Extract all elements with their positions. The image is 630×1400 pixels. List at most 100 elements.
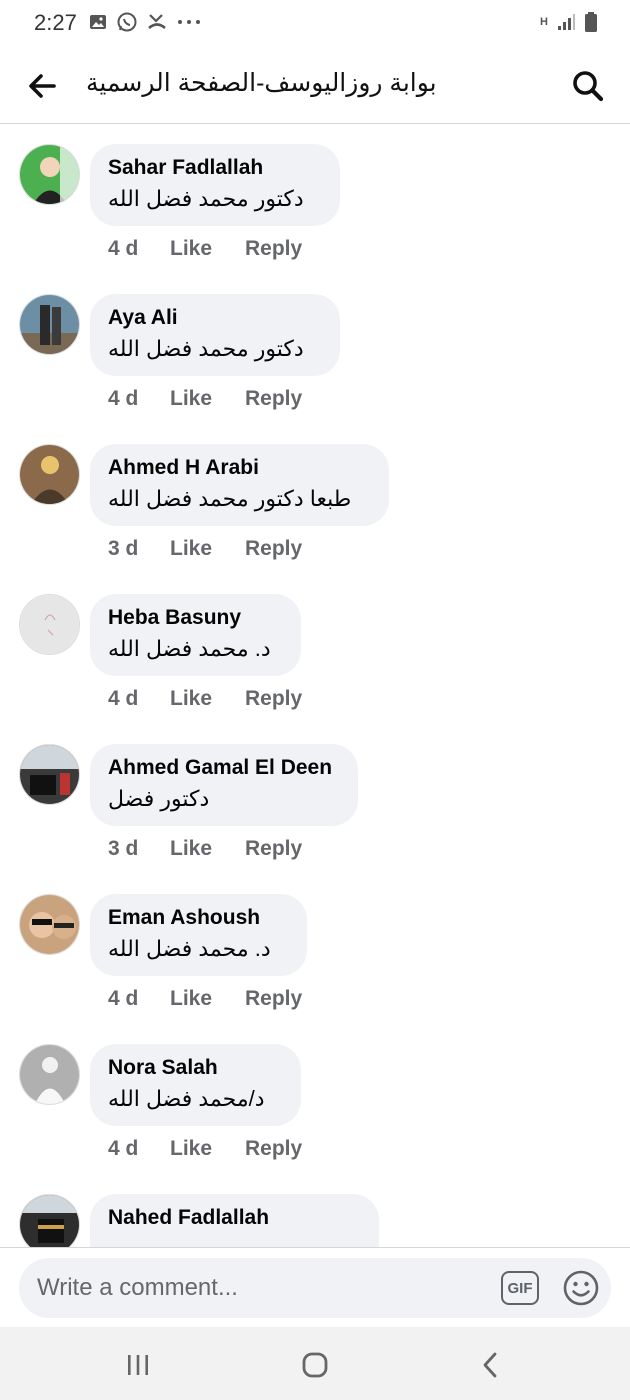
smiley-icon [563,1270,599,1306]
comment-text: دكتور محمد فضل الله [108,186,304,211]
comment-author[interactable]: Nahed Fadlallah [108,1206,361,1230]
avatar-image [20,1045,79,1104]
comment-author[interactable]: Eman Ashoush [108,906,289,930]
comment-actions: 4 d Like Reply [108,1137,302,1161]
comment-author[interactable]: Ahmed H Arabi [108,456,371,480]
comment-item: Nora Salah د/محمد فضل الله 4 d Like Repl… [0,1025,630,1175]
missed-call-icon [148,14,166,30]
emoji-button[interactable] [562,1269,600,1307]
like-button[interactable]: Like [170,387,245,411]
comment-bubble[interactable]: Aya Ali دكتور محمد فضل الله [90,294,340,376]
comment-item: Eman Ashoush د. محمد فضل الله 4 d Like R… [0,875,630,1025]
comment-item: Sahar Fadlallah دكتور محمد فضل الله 4 d … [0,125,630,275]
comment-actions: 4 d Like Reply [108,237,302,261]
system-nav-bar [0,1327,630,1400]
search-button[interactable] [568,66,608,106]
arrow-left-icon [29,74,56,98]
avatar-image [20,295,79,354]
status-time: 2:27 [34,10,77,35]
comment-text: طبعا دكتور محمد فضل الله [108,486,352,511]
comment-time: 4 d [108,237,139,260]
avatar[interactable] [19,894,80,955]
comment-time: 4 d [108,387,139,410]
avatar[interactable] [19,594,80,655]
avatar[interactable] [19,744,80,805]
network-type-label: H [540,15,548,28]
reply-button[interactable]: Reply [245,687,302,711]
avatar-image [20,445,79,504]
header: بوابة روزاليوسف-الصفحة الرسمية [0,46,630,124]
comment-time: 4 d [108,687,139,710]
comment-time: 4 d [108,987,139,1010]
comment-text: دكتور محمد فضل الله [108,336,304,361]
comment-text: د/محمد فضل الله [108,1086,265,1111]
avatar-image [20,145,79,204]
reply-button[interactable]: Reply [245,987,302,1011]
reply-button[interactable]: Reply [245,837,302,861]
comment-item: Ahmed Gamal El Deen دكتور فضل 3 d Like R… [0,725,630,875]
like-button[interactable]: Like [170,537,245,561]
comment-item: Aya Ali دكتور محمد فضل الله 4 d Like Rep… [0,275,630,425]
reply-button[interactable]: Reply [245,237,302,261]
comment-author[interactable]: Sahar Fadlallah [108,156,322,180]
comment-bubble[interactable]: Ahmed H Arabi طبعا دكتور محمد فضل الله [90,444,389,526]
avatar[interactable] [19,1044,80,1105]
comment-text: د. محمد فضل الله [108,636,271,661]
home-icon [302,1352,328,1378]
comment-actions: 4 d Like Reply [108,387,302,411]
chevron-left-icon [483,1352,497,1378]
comment-bubble[interactable]: Ahmed Gamal El Deen دكتور فضل [90,744,358,826]
system-back-button[interactable] [473,1347,509,1383]
comment-bubble[interactable]: Heba Basuny د. محمد فضل الله [90,594,301,676]
home-button[interactable] [297,1347,333,1383]
back-button[interactable] [22,66,62,106]
more-notifications-icon [178,20,200,24]
avatar-image [20,595,79,654]
comment-field[interactable]: GIF [19,1258,611,1318]
like-button[interactable]: Like [170,237,245,261]
comment-item: Ahmed H Arabi طبعا دكتور محمد فضل الله 3… [0,425,630,575]
comment-actions: 3 d Like Reply [108,837,302,861]
comment-item: Heba Basuny د. محمد فضل الله 4 d Like Re… [0,575,630,725]
comment-bubble[interactable]: Eman Ashoush د. محمد فضل الله [90,894,307,976]
comment-text: دكتور فضل [108,786,210,811]
avatar[interactable] [19,294,80,355]
like-button[interactable]: Like [170,987,245,1011]
gallery-icon [90,15,106,29]
comment-text: د. محمد فضل الله [108,936,271,961]
comment-time: 3 d [108,537,139,560]
avatar[interactable] [19,1194,80,1247]
comment-item: Nahed Fadlallah [0,1175,630,1247]
reply-button[interactable]: Reply [245,537,302,561]
comment-bubble[interactable]: Sahar Fadlallah دكتور محمد فضل الله [90,144,340,226]
like-button[interactable]: Like [170,837,245,861]
recent-apps-button[interactable] [120,1347,156,1383]
like-button[interactable]: Like [170,687,245,711]
avatar[interactable] [19,444,80,505]
comment-author[interactable]: Nora Salah [108,1056,283,1080]
avatar[interactable] [19,144,80,205]
reply-button[interactable]: Reply [245,387,302,411]
comment-actions: 4 d Like Reply [108,987,302,1011]
page-title: بوابة روزاليوسف-الصفحة الرسمية [86,69,437,97]
comment-time: 3 d [108,837,139,860]
whatsapp-icon [117,12,137,32]
comment-author[interactable]: Ahmed Gamal El Deen [108,756,340,780]
recent-apps-icon [128,1355,148,1375]
comment-actions: 4 d Like Reply [108,687,302,711]
gif-button[interactable]: GIF [501,1271,539,1305]
comment-input[interactable] [37,1270,477,1306]
comment-author[interactable]: Aya Ali [108,306,322,330]
comment-time: 4 d [108,1137,139,1160]
avatar-image [20,745,79,804]
like-button[interactable]: Like [170,1137,245,1161]
avatar-image [20,895,79,954]
comment-bubble[interactable]: Nahed Fadlallah [90,1194,379,1247]
comment-composer: GIF [0,1247,630,1327]
comment-bubble[interactable]: Nora Salah د/محمد فضل الله [90,1044,301,1126]
search-icon [573,71,604,102]
signal-icon [558,14,575,30]
reply-button[interactable]: Reply [245,1137,302,1161]
comment-author[interactable]: Heba Basuny [108,606,283,630]
comments-list: Sahar Fadlallah دكتور محمد فضل الله 4 d … [0,125,630,1247]
